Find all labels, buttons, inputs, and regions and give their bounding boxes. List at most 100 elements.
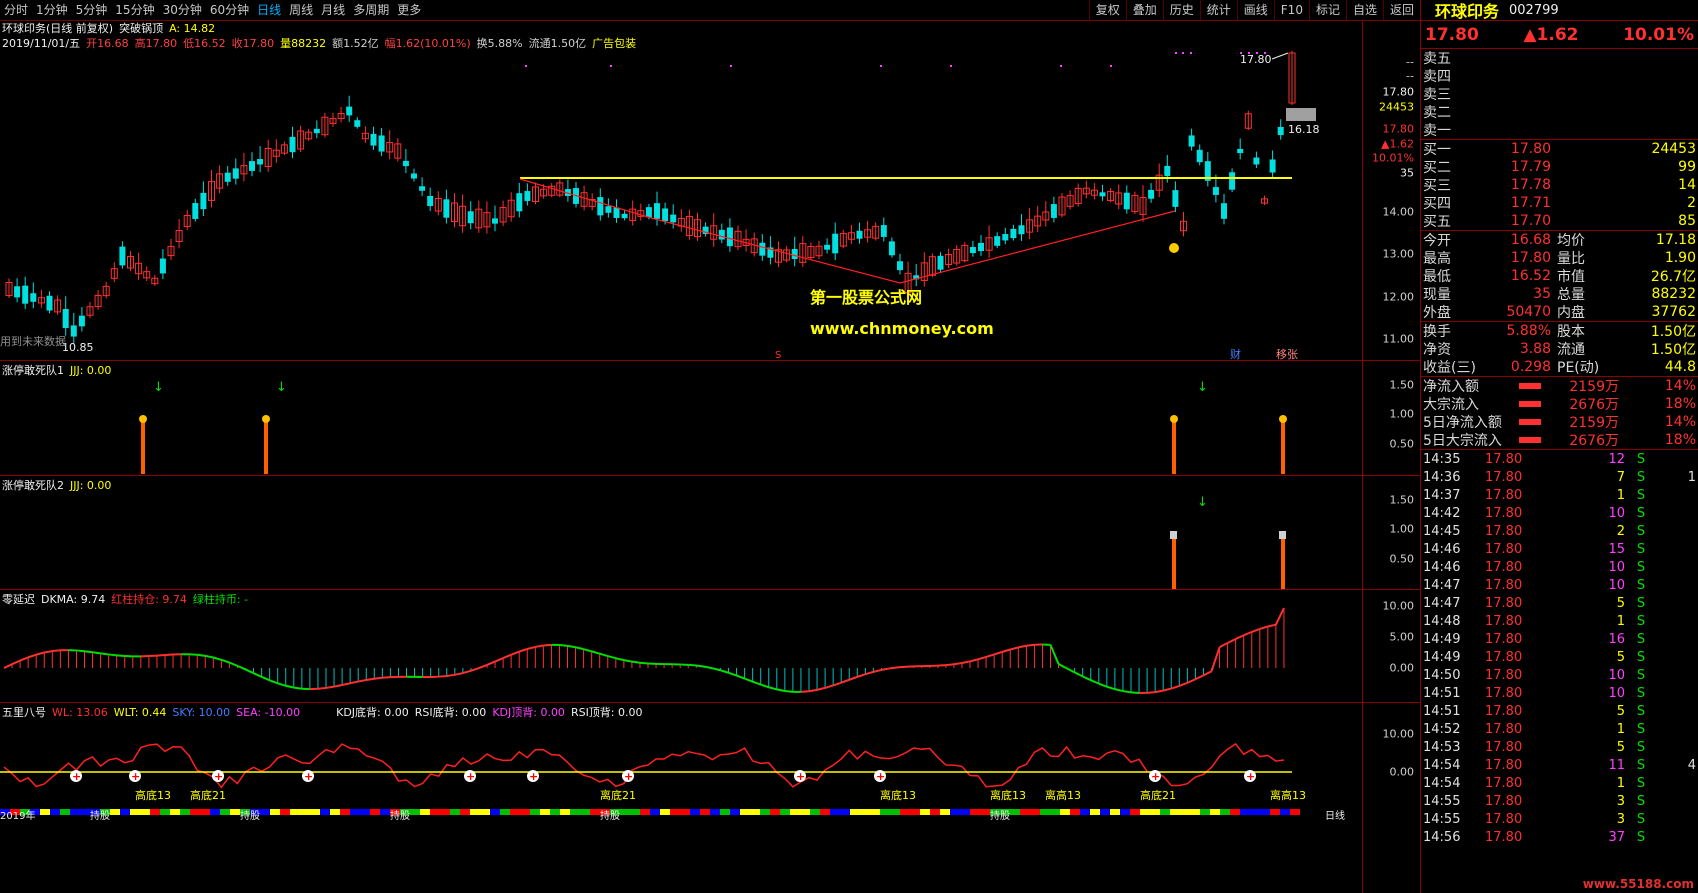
timeframe-tab[interactable]: 多周期	[349, 0, 393, 20]
state-bar	[430, 809, 440, 815]
axis-label: 11.00	[1382, 332, 1415, 346]
tick-time: 14:54	[1423, 757, 1461, 773]
tick-side: S	[1636, 577, 1646, 593]
timeframe-tab[interactable]: 分时	[0, 0, 32, 20]
candle-body	[1099, 192, 1106, 197]
timeframe-tab[interactable]: 周线	[285, 0, 317, 20]
dkma-line	[325, 685, 335, 689]
note-label: 用到未来数据	[0, 334, 66, 348]
tick-side: S	[1636, 451, 1646, 467]
flow-label: 5日大宗流入	[1423, 433, 1502, 449]
dkma-line	[333, 684, 343, 688]
state-bar	[1290, 809, 1300, 815]
dkma-line	[11, 659, 21, 666]
panel-zhangting-2[interactable]: 涨停敢死队2 JJJ: 0.00 ↓ 1.50 1.00 0.50	[0, 476, 1420, 590]
sell-label: 卖五	[1423, 51, 1451, 67]
candle-body	[1269, 159, 1276, 173]
state-bar	[890, 809, 900, 815]
dkma-line	[1009, 646, 1019, 651]
tool-button[interactable]: 历史	[1162, 0, 1200, 20]
timeframe-tab[interactable]: 15分钟	[111, 0, 158, 20]
candle-body	[443, 199, 450, 218]
state-bar	[320, 809, 330, 815]
stats-box: 今开 16.68 均价 17.18 最高 17.80 量比 1.90 最低 16.52 市值 26.7…	[1421, 230, 1698, 321]
bag-icon	[1169, 243, 1179, 253]
state-bar	[830, 809, 840, 815]
tick-list[interactable]: 14:35 17.80 12 S 14:36 17.80 7 S 1 14:37 17.80 1 S 14…	[1421, 449, 1698, 846]
dkma-line	[688, 663, 697, 667]
axis-label: 1.50	[1389, 378, 1415, 392]
state-bar	[660, 809, 670, 815]
sell-row: 卖五	[1421, 49, 1698, 67]
tick-qty: 3	[1616, 793, 1625, 809]
tool-button[interactable]: 复权	[1088, 0, 1126, 20]
tool-button[interactable]: 标记	[1308, 0, 1346, 20]
tool-button[interactable]: F10	[1273, 0, 1309, 20]
timeframe-tab[interactable]: 更多	[393, 0, 425, 20]
axis-label: 0.00	[1389, 661, 1415, 675]
timeframe-tab[interactable]: 1分钟	[32, 0, 72, 20]
dkma-line	[92, 651, 101, 655]
right-tools: 复权 叠加 历史 统计 画线 F10 标记 自选 返回	[1088, 0, 1420, 20]
dkma-line	[486, 660, 496, 666]
dkma-line	[221, 658, 230, 664]
panel-wuli[interactable]: 五里八号 WL: 13.06 WLT: 0.44 SKY: 10.00 SEA:…	[0, 703, 1420, 893]
tool-button[interactable]: 画线	[1236, 0, 1274, 20]
tick-price: 17.80	[1485, 451, 1523, 467]
candle-body	[354, 120, 361, 127]
axis-top-label: ▲1.62	[1381, 137, 1414, 151]
state-bar	[1250, 809, 1260, 815]
timeframe-tab[interactable]: 日线	[253, 0, 285, 20]
tool-button[interactable]: 自选	[1345, 0, 1383, 20]
candle-body	[654, 203, 660, 219]
dkma-line	[1178, 681, 1188, 687]
tick-row: 14:48 17.80 1 S	[1421, 612, 1698, 630]
price-axis: 14.00 13.00 12.00 11.00 -- -- 17.80 24453 17.80 ▲…	[1362, 21, 1420, 360]
tick-side: S	[1636, 595, 1646, 611]
dkma-line	[1082, 675, 1092, 682]
signal-cap	[139, 415, 147, 423]
buy-label: 买二	[1423, 160, 1451, 176]
state-bar	[260, 809, 270, 815]
dkma-line	[1026, 643, 1035, 647]
tool-button[interactable]: 统计	[1199, 0, 1237, 20]
candle-body	[289, 136, 296, 153]
timeframe-tab[interactable]: 5分钟	[72, 0, 112, 20]
state-bar	[900, 809, 910, 815]
stat-label-2: 股本	[1557, 324, 1585, 340]
tick-row: 14:36 17.80 7 S 1	[1421, 468, 1698, 486]
candle-body	[224, 172, 231, 182]
flow-pct: 14%	[1664, 378, 1696, 394]
candle-body	[200, 192, 207, 210]
dkma-line	[696, 664, 705, 668]
tick-price: 17.80	[1485, 757, 1523, 773]
panel-zero-lag[interactable]: 零延迟 DKMA: 9.74 红柱持仓: 9.74 绿柱持币: - 10.00 5…	[0, 590, 1420, 703]
tick-price: 17.80	[1485, 541, 1523, 557]
candle-body	[718, 229, 725, 240]
signal-dot	[525, 65, 527, 67]
buy-row: 买三 17.78 14	[1421, 176, 1698, 194]
plus-icon-glyph: +	[466, 770, 475, 783]
timeframe-tab[interactable]: 30分钟	[159, 0, 206, 20]
state-bar	[650, 809, 660, 815]
candle-body	[605, 206, 612, 213]
price-pct: 10.01%	[1623, 24, 1694, 45]
timeframe-tab[interactable]: 月线	[317, 0, 349, 20]
main-chart-panel[interactable]: 环球印务(日线 前复权) 突破锅顶 A: 14.82 2019/11/01/五 …	[0, 21, 1420, 361]
axis-top-label: --	[1406, 69, 1414, 83]
tool-button[interactable]: 返回	[1382, 0, 1420, 20]
timeframe-tab[interactable]: 60分钟	[206, 0, 253, 20]
panel-zhangting-1[interactable]: 涨停敢死队1 JJJ: 0.00 ↓ ↓ ↓ 1.50 1.00 0.50	[0, 361, 1420, 476]
tool-button[interactable]: 叠加	[1125, 0, 1163, 20]
signal-cap	[1279, 415, 1287, 423]
flow-value: 2159万	[1569, 415, 1619, 431]
candle-body	[791, 248, 798, 260]
state-bar	[200, 809, 210, 815]
dkma-line	[816, 686, 826, 691]
buy-vol: 99	[1678, 159, 1696, 175]
tick-side: S	[1636, 469, 1646, 485]
signal-label: 离底21	[600, 788, 636, 802]
sell-row: 卖三	[1421, 85, 1698, 103]
dkma-line	[205, 654, 214, 659]
candle-body	[370, 133, 377, 146]
